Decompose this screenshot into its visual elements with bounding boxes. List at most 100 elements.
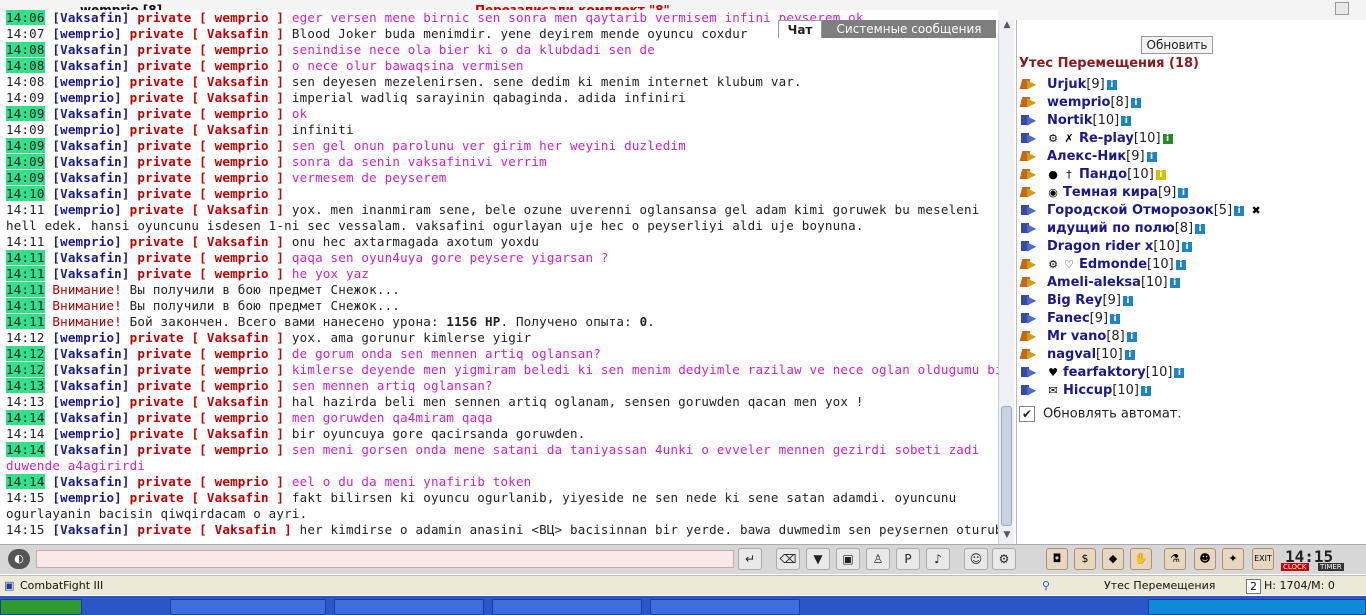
player-row[interactable]: nagval[10]i bbox=[1019, 345, 1266, 364]
private-recipient[interactable]: private [ Vaksafin ] bbox=[137, 522, 292, 537]
message-sender[interactable]: [wemprio] bbox=[52, 202, 122, 217]
inventory-icon[interactable]: ⚗ bbox=[1164, 548, 1186, 570]
save-icon[interactable]: ▣ bbox=[836, 548, 860, 570]
skills-icon[interactable]: ✦ bbox=[1222, 548, 1244, 570]
start-button[interactable] bbox=[0, 599, 82, 615]
pl-icon[interactable]: P bbox=[896, 548, 920, 570]
info-icon[interactable]: i bbox=[1106, 79, 1117, 90]
filter-icon[interactable]: ▼ bbox=[806, 548, 830, 570]
person-icon[interactable]: ♙ bbox=[866, 548, 890, 570]
private-recipient[interactable]: private [ wemprio ] bbox=[137, 266, 284, 281]
private-recipient[interactable]: private [ wemprio ] bbox=[137, 362, 284, 377]
player-row[interactable]: ♥ fearfaktory[10]i bbox=[1019, 363, 1266, 382]
player-name[interactable]: Пандо bbox=[1079, 167, 1127, 182]
player-name[interactable]: wemprio bbox=[1047, 95, 1110, 110]
info-icon[interactable]: i bbox=[1234, 205, 1245, 216]
private-recipient[interactable]: private [ wemprio ] bbox=[137, 250, 284, 265]
info-icon[interactable]: i bbox=[1110, 313, 1121, 324]
task-button[interactable] bbox=[492, 599, 642, 615]
hand-icon[interactable]: ✋ bbox=[1130, 548, 1152, 570]
exit-button[interactable]: EXIT bbox=[1252, 548, 1274, 570]
info-icon[interactable]: i bbox=[1155, 169, 1166, 180]
checkbox-icon[interactable]: ✔ bbox=[1019, 406, 1035, 422]
chat-scrollbar[interactable]: ▲ ▼ bbox=[998, 20, 1014, 544]
private-recipient[interactable]: private [ Vaksafin ] bbox=[130, 122, 285, 137]
player-row[interactable]: Dragon rider x[10]i bbox=[1019, 237, 1266, 256]
scroll-thumb[interactable] bbox=[1001, 406, 1012, 526]
player-name[interactable]: Mr vano bbox=[1047, 329, 1106, 344]
message-sender[interactable]: [wemprio] bbox=[52, 74, 122, 89]
player-row[interactable]: ⚙ ♡ Edmonde[10]i bbox=[1019, 255, 1266, 274]
message-sender[interactable]: [Vaksafin] bbox=[52, 410, 129, 425]
private-recipient[interactable]: private [ wemprio ] bbox=[137, 442, 284, 457]
message-sender[interactable]: [Vaksafin] bbox=[52, 250, 129, 265]
message-sender[interactable]: [wemprio] bbox=[52, 426, 122, 441]
message-sender[interactable]: [Vaksafin] bbox=[52, 266, 129, 281]
message-sender[interactable]: [Vaksafin] bbox=[52, 522, 129, 537]
player-name[interactable]: Nortik bbox=[1047, 113, 1093, 128]
private-recipient[interactable]: private [ wemprio ] bbox=[137, 170, 284, 185]
message-sender[interactable]: [Vaksafin] bbox=[52, 170, 129, 185]
message-sender[interactable]: [wemprio] bbox=[52, 26, 122, 41]
scroll-down-icon[interactable]: ▼ bbox=[999, 530, 1015, 544]
private-recipient[interactable]: private [ wemprio ] bbox=[137, 42, 284, 57]
private-recipient[interactable]: private [ wemprio ] bbox=[137, 106, 284, 121]
player-name[interactable]: Алекс-Ник bbox=[1047, 149, 1126, 164]
player-row[interactable]: Nortik[10]i bbox=[1019, 111, 1266, 130]
info-icon[interactable]: i bbox=[1169, 277, 1180, 288]
info-icon[interactable]: i bbox=[1130, 97, 1141, 108]
message-sender[interactable]: [wemprio] bbox=[52, 330, 122, 345]
player-name[interactable]: nagval bbox=[1047, 347, 1096, 362]
player-name[interactable]: Urjuk bbox=[1047, 77, 1086, 92]
info-icon[interactable]: i bbox=[1124, 349, 1135, 360]
private-recipient[interactable]: private [ Vaksafin ] bbox=[130, 490, 285, 505]
task-button[interactable] bbox=[650, 599, 800, 615]
private-recipient[interactable]: private [ Vaksafin ] bbox=[130, 26, 285, 41]
smiley-icon[interactable]: ☺ bbox=[964, 548, 988, 570]
player-name[interactable]: Темная кира bbox=[1063, 185, 1158, 200]
private-recipient[interactable]: private [ wemprio ] bbox=[137, 154, 284, 169]
player-row[interactable]: Алекс-Ник[9]i bbox=[1019, 147, 1266, 166]
settings-icon[interactable]: ⚙ bbox=[992, 548, 1016, 570]
info-icon[interactable]: i bbox=[1195, 223, 1206, 234]
info-icon[interactable]: i bbox=[1162, 133, 1173, 144]
player-name[interactable]: Городской Отморозок bbox=[1047, 203, 1214, 218]
info-icon[interactable]: i bbox=[1126, 331, 1137, 342]
close-icon[interactable]: ✖ bbox=[1250, 204, 1262, 217]
info-icon[interactable]: i bbox=[1141, 385, 1151, 396]
message-sender[interactable]: [wemprio] bbox=[52, 122, 122, 137]
money-icon[interactable]: $ bbox=[1074, 548, 1096, 570]
message-sender[interactable]: [Vaksafin] bbox=[52, 186, 129, 201]
player-name[interactable]: Ameli-aleksa bbox=[1047, 275, 1141, 290]
player-name[interactable]: Re-play bbox=[1079, 131, 1134, 146]
message-sender[interactable]: [Vaksafin] bbox=[52, 474, 129, 489]
tab-system-messages[interactable]: Системные сообщения bbox=[822, 20, 996, 38]
private-recipient[interactable]: private [ Vaksafin ] bbox=[130, 90, 285, 105]
private-recipient[interactable]: private [ Vaksafin ] bbox=[130, 74, 285, 89]
player-name[interactable]: идущий по полю bbox=[1047, 221, 1175, 236]
player-row[interactable]: ⚙ ✗ Re-play[10]i bbox=[1019, 129, 1266, 148]
refresh-button[interactable]: Обновить bbox=[1141, 36, 1213, 54]
character-icon[interactable]: ☻ bbox=[1194, 548, 1216, 570]
tab-chat[interactable]: Чат bbox=[778, 20, 822, 38]
private-recipient[interactable]: private [ wemprio ] bbox=[137, 378, 284, 393]
close-button[interactable] bbox=[1335, 2, 1349, 15]
player-row[interactable]: ● † Пандо[10]i bbox=[1019, 165, 1266, 184]
info-icon[interactable]: i bbox=[1174, 367, 1185, 378]
player-row[interactable]: Mr vano[8]i bbox=[1019, 327, 1266, 346]
message-sender[interactable]: [Vaksafin] bbox=[52, 138, 129, 153]
info-icon[interactable]: i bbox=[1121, 115, 1132, 126]
player-row[interactable]: ✉ Hiccup[10]i bbox=[1019, 381, 1266, 400]
player-row[interactable]: идущий по полю[8]i bbox=[1019, 219, 1266, 238]
player-row[interactable]: wemprio[8]i bbox=[1019, 93, 1266, 112]
player-row[interactable]: ◉ Темная кира[9]i bbox=[1019, 183, 1266, 202]
message-sender[interactable]: [Vaksafin] bbox=[52, 42, 129, 57]
player-name[interactable]: Fanec bbox=[1047, 311, 1090, 326]
task-button[interactable] bbox=[334, 599, 484, 615]
message-sender[interactable]: [Vaksafin] bbox=[52, 346, 129, 361]
private-recipient[interactable]: private [ wemprio ] bbox=[137, 58, 284, 73]
message-sender[interactable]: [Vaksafin] bbox=[52, 362, 129, 377]
player-name[interactable]: Big Rey bbox=[1047, 293, 1103, 308]
info-icon[interactable]: i bbox=[1182, 241, 1192, 252]
player-row[interactable]: Городской Отморозок[5]i ✖ bbox=[1019, 201, 1266, 220]
